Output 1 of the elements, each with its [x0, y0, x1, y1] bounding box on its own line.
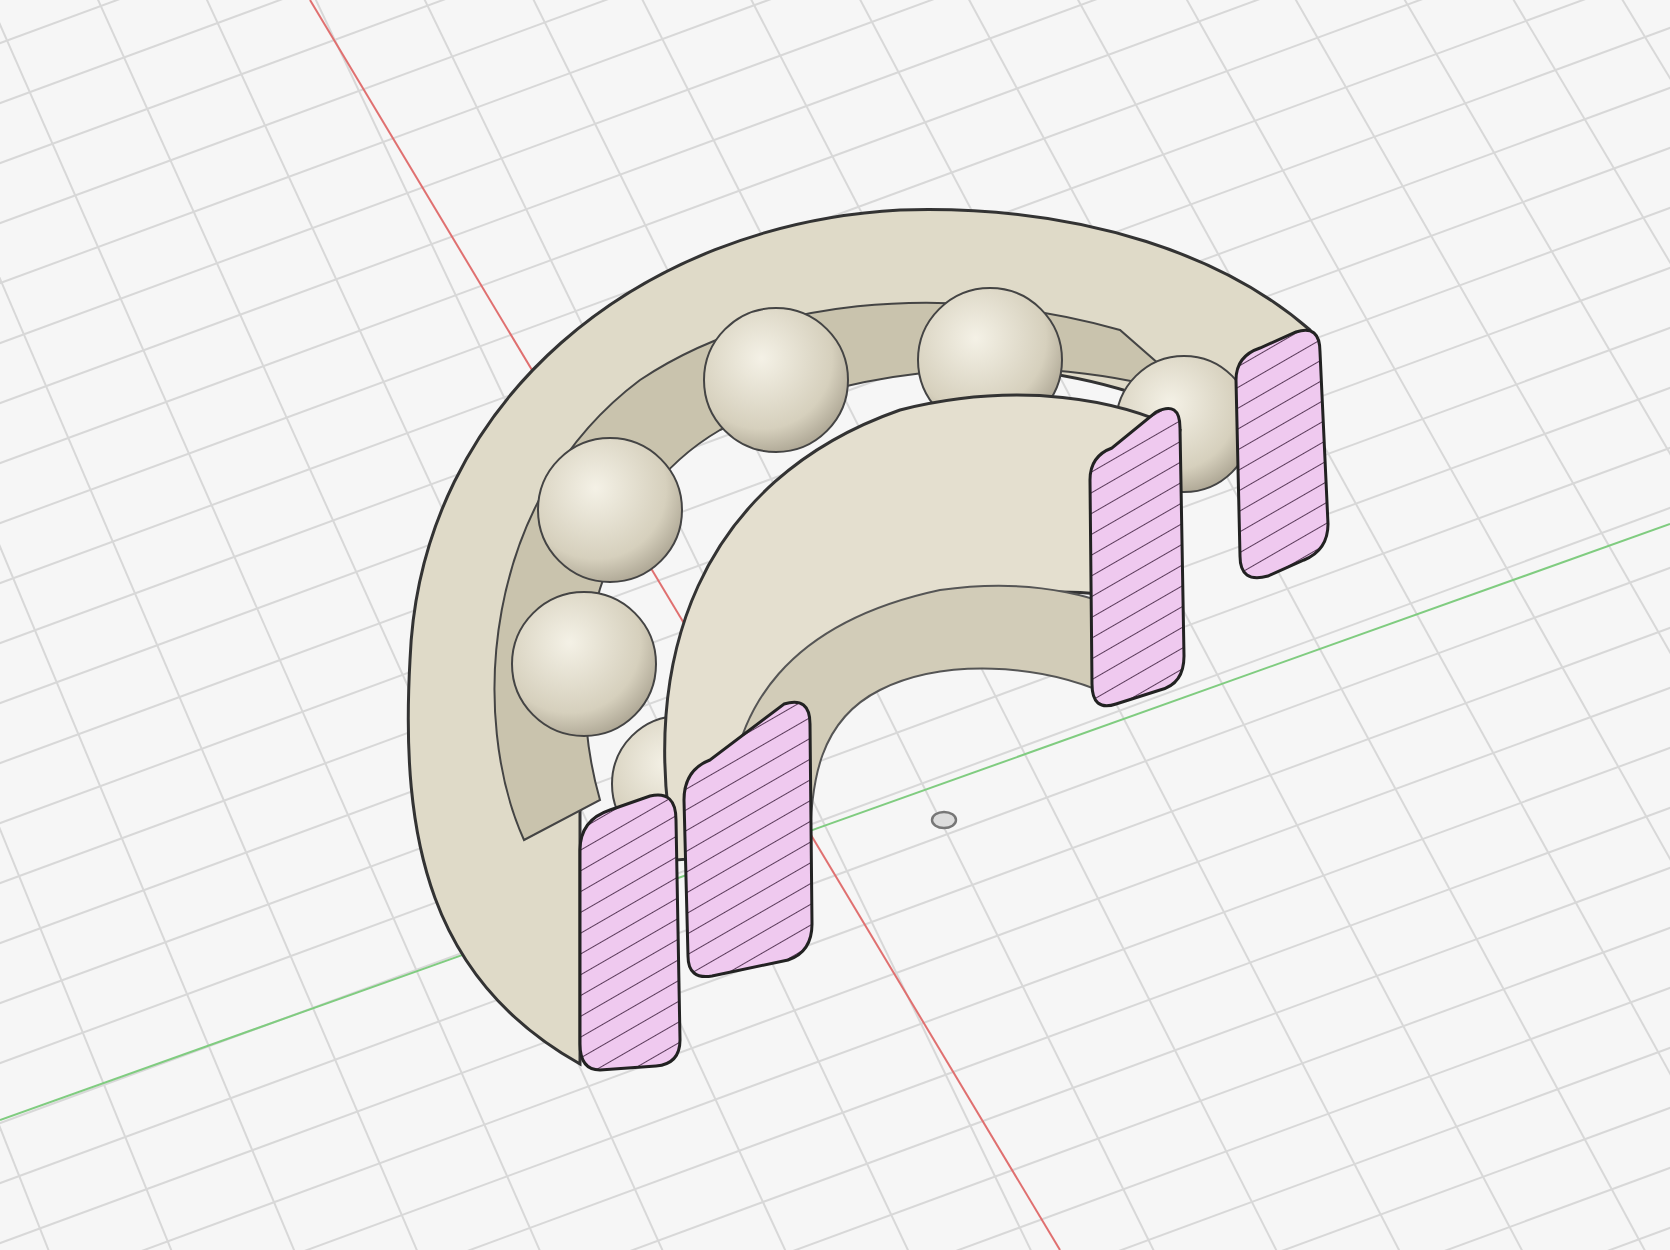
- origin-marker-icon: [930, 810, 958, 830]
